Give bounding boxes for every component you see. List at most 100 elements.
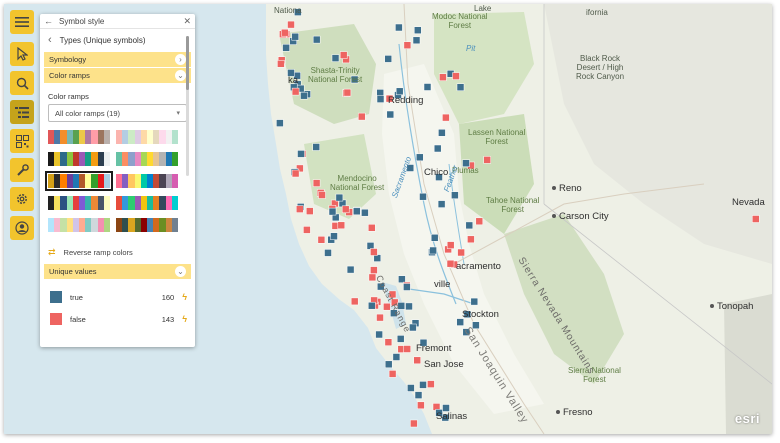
map-point-symbol[interactable] — [417, 401, 425, 410]
map-point-symbol[interactable] — [427, 380, 435, 388]
color-ramp-option[interactable] — [48, 218, 111, 232]
color-ramps-accordion[interactable]: Color ramps ⌄ — [44, 68, 191, 83]
chevron-down-icon[interactable]: ⌄ — [175, 266, 186, 277]
map-point-symbol[interactable] — [318, 191, 326, 199]
close-icon[interactable]: ✕ — [183, 16, 191, 27]
map-point-symbol[interactable] — [396, 335, 405, 343]
map-point-symbol[interactable] — [403, 41, 412, 49]
color-ramp-option[interactable] — [116, 174, 179, 188]
map-point-symbol[interactable] — [475, 217, 484, 226]
map-point-symbol[interactable] — [419, 381, 427, 389]
symbology-accordion[interactable]: Symbology › — [44, 52, 191, 67]
tools-button[interactable] — [10, 158, 34, 182]
map-point-symbol[interactable] — [276, 119, 284, 127]
chevron-down-icon[interactable]: ⌄ — [175, 70, 186, 81]
map-point-symbol[interactable] — [317, 236, 326, 244]
map-point-symbol[interactable] — [282, 44, 290, 52]
map-point-symbol[interactable] — [451, 191, 459, 199]
map-point-symbol[interactable] — [306, 207, 314, 215]
map-point-symbol[interactable] — [384, 338, 393, 346]
map-point-symbol[interactable] — [437, 200, 446, 208]
map-point-symbol[interactable] — [438, 129, 446, 137]
map-point-symbol[interactable] — [452, 72, 460, 80]
map-point-symbol[interactable] — [405, 302, 413, 311]
map-point-symbol[interactable] — [419, 192, 427, 201]
map-point-symbol[interactable] — [350, 297, 359, 306]
map-point-symbol[interactable] — [312, 143, 320, 151]
map-point-symbol[interactable] — [423, 83, 432, 91]
map-point-symbol[interactable] — [291, 32, 299, 41]
color-ramp-option[interactable] — [116, 152, 179, 166]
map-point-symbol[interactable] — [395, 23, 403, 32]
color-ramp-option[interactable] — [48, 130, 111, 144]
scrollbar-thumb[interactable] — [186, 36, 189, 90]
grid-tool-button[interactable] — [10, 129, 34, 153]
map-point-symbol[interactable] — [324, 249, 332, 257]
color-ramps-select[interactable]: All color ramps (19) ▾ — [48, 104, 187, 122]
map-point-symbol[interactable] — [412, 36, 421, 45]
map-point-symbol[interactable] — [303, 226, 311, 234]
map-point-symbol[interactable] — [752, 215, 760, 223]
map-point-symbol[interactable] — [341, 205, 350, 214]
map-point-symbol[interactable] — [414, 26, 422, 34]
map-point-symbol[interactable] — [335, 193, 344, 202]
color-ramp-option[interactable] — [48, 152, 111, 166]
map-point-symbol[interactable] — [297, 150, 305, 158]
map-point-symbol[interactable] — [407, 384, 415, 392]
map-point-symbol[interactable] — [456, 83, 465, 91]
map-point-symbol[interactable] — [312, 179, 321, 187]
map-point-symbol[interactable] — [330, 232, 338, 240]
map-point-symbol[interactable] — [386, 110, 395, 119]
map-point-symbol[interactable] — [483, 156, 491, 164]
back-arrow-icon[interactable]: ← — [44, 16, 53, 26]
select-tool-button[interactable] — [10, 42, 34, 66]
map-point-symbol[interactable] — [414, 391, 423, 399]
map-point-symbol[interactable] — [398, 275, 406, 283]
chevron-left-icon[interactable]: ‹ — [48, 34, 52, 46]
map-point-symbol[interactable] — [281, 28, 289, 37]
map-point-symbol[interactable] — [467, 235, 475, 244]
unique-value-row-false[interactable]: false 143 ϟ — [40, 308, 195, 330]
map-point-symbol[interactable] — [403, 345, 411, 353]
map-point-symbol[interactable] — [343, 88, 352, 97]
map-point-symbol[interactable] — [446, 241, 455, 249]
map-point-symbol[interactable] — [296, 205, 304, 213]
settings-button[interactable] — [10, 187, 34, 211]
map-point-symbol[interactable] — [337, 221, 346, 230]
map-point-symbol[interactable] — [470, 297, 479, 306]
user-button[interactable] — [10, 216, 34, 240]
map-point-symbol[interactable] — [376, 95, 385, 103]
map-point-symbol[interactable] — [442, 113, 450, 122]
map-point-symbol[interactable] — [446, 259, 455, 268]
map-point-symbol[interactable] — [368, 301, 376, 310]
map-point-symbol[interactable] — [358, 112, 366, 121]
lightning-icon[interactable]: ϟ — [182, 314, 187, 324]
map-point-symbol[interactable] — [370, 248, 378, 256]
map-point-symbol[interactable] — [287, 20, 295, 29]
map-point-symbol[interactable] — [410, 419, 418, 428]
color-ramp-option[interactable] — [116, 130, 179, 144]
map-point-symbol[interactable] — [457, 248, 465, 257]
map-point-symbol[interactable] — [339, 51, 348, 59]
reverse-ramp-button[interactable]: ⇄ Reverse ramp colors — [40, 242, 195, 258]
unique-value-row-true[interactable]: true 160 ϟ — [40, 286, 195, 308]
map-point-symbol[interactable] — [370, 266, 378, 274]
color-ramp-option[interactable] — [116, 196, 179, 210]
symbol-swatch[interactable] — [50, 291, 62, 303]
panel-scrollbar[interactable] — [186, 36, 189, 176]
map-point-symbol[interactable] — [430, 234, 439, 242]
color-ramp-option[interactable] — [116, 218, 179, 232]
map-point-symbol[interactable] — [384, 360, 393, 369]
panel-breadcrumb[interactable]: ‹ Types (Unique symbols) — [40, 29, 195, 51]
map-point-symbol[interactable] — [277, 60, 285, 68]
map-point-symbol[interactable] — [465, 221, 474, 230]
map-point-symbol[interactable] — [392, 353, 401, 361]
map-point-symbol[interactable] — [291, 169, 300, 178]
layers-list-button[interactable] — [10, 100, 34, 124]
map-point-symbol[interactable] — [353, 207, 361, 216]
map-point-symbol[interactable] — [346, 265, 355, 274]
map-point-symbol[interactable] — [433, 144, 442, 153]
map-point-symbol[interactable] — [376, 313, 384, 322]
map-point-symbol[interactable] — [388, 370, 397, 378]
map-point-symbol[interactable] — [403, 283, 411, 291]
